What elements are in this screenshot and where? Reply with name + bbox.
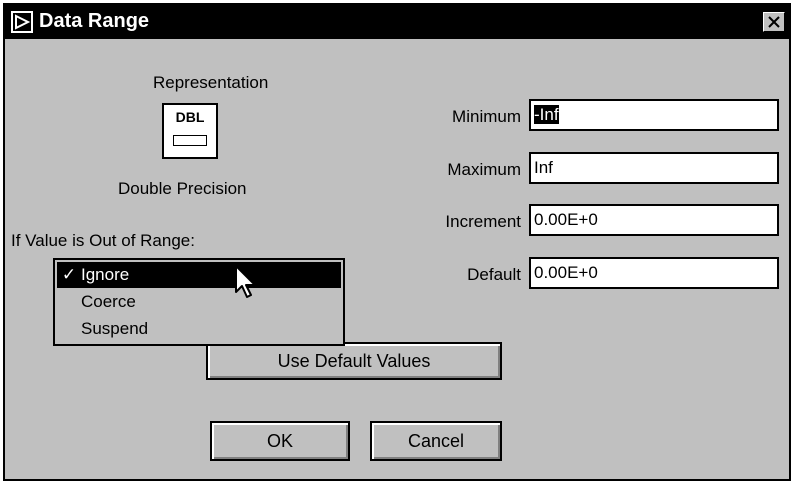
cancel-button[interactable]: Cancel xyxy=(370,421,502,461)
use-default-values-button[interactable]: Use Default Values xyxy=(206,342,502,380)
menu-item-ignore[interactable]: ✓ Ignore xyxy=(57,262,341,288)
maximum-label: Maximum xyxy=(447,160,521,179)
menu-item-label: Suspend xyxy=(81,319,149,338)
close-button[interactable] xyxy=(763,12,785,32)
numeric-control-glyph xyxy=(173,135,207,146)
menu-item-suspend[interactable]: Suspend xyxy=(57,316,341,342)
representation-heading: Representation xyxy=(153,73,269,92)
maximum-field[interactable]: Inf xyxy=(529,152,779,184)
representation-icon[interactable]: DBL xyxy=(162,103,218,159)
mouse-pointer-icon xyxy=(235,265,256,298)
representation-icon-label: DBL xyxy=(175,109,205,125)
check-mark: ✓ xyxy=(61,265,77,284)
menu-item-label: Ignore xyxy=(81,265,130,284)
out-of-range-label: If Value is Out of Range: xyxy=(11,231,195,250)
menu-item-coerce[interactable]: Coerce xyxy=(57,289,341,315)
increment-label: Increment xyxy=(445,212,521,231)
window-title: Data Range xyxy=(39,10,150,32)
increment-field[interactable]: 0.00E+0 xyxy=(529,204,779,236)
title-bar[interactable]: Data Range xyxy=(5,5,789,39)
labview-arrow-icon xyxy=(11,11,33,33)
representation-type: Double Precision xyxy=(118,179,247,198)
out-of-range-menu[interactable]: ✓ Ignore Coerce Suspend xyxy=(53,258,345,346)
default-field[interactable]: 0.00E+0 xyxy=(529,257,779,289)
ok-button[interactable]: OK xyxy=(210,421,350,461)
default-label: Default xyxy=(467,265,521,284)
minimum-label: Minimum xyxy=(452,107,521,126)
minimum-field[interactable]: -Inf xyxy=(529,99,779,131)
close-icon xyxy=(768,16,780,28)
data-range-dialog: Data Range Representation DBL Double Pre… xyxy=(3,3,791,481)
menu-item-label: Coerce xyxy=(81,292,136,311)
minimum-value: -Inf xyxy=(534,105,559,124)
